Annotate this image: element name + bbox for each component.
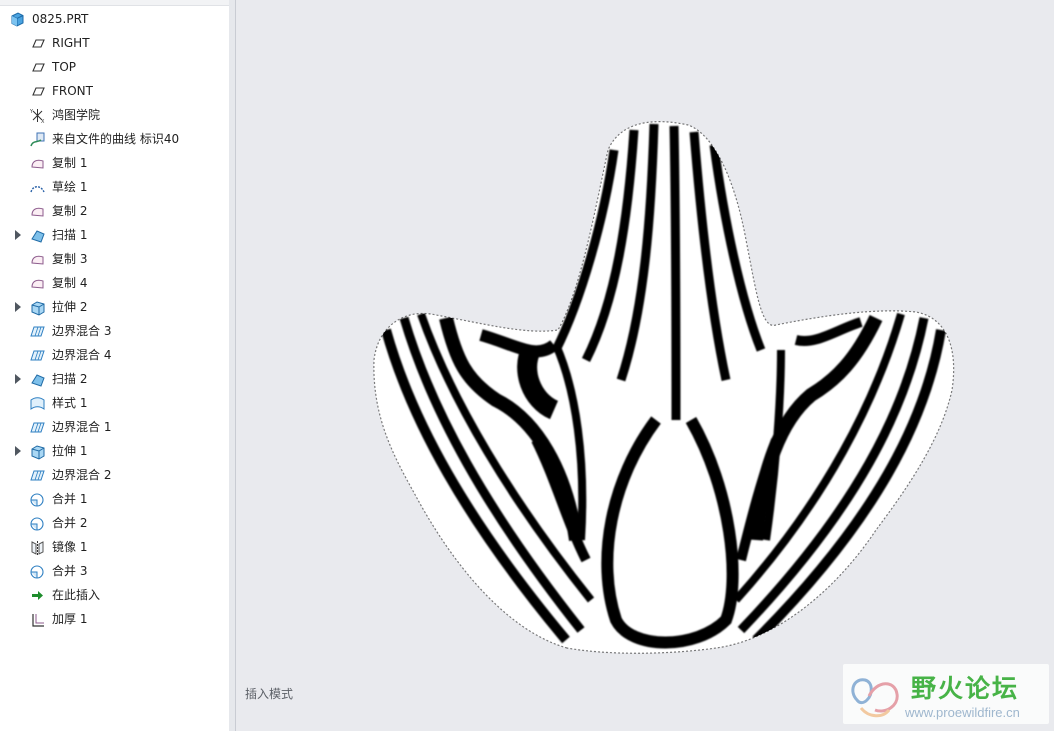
tree-item-label: FRONT xyxy=(52,84,93,98)
panel-splitter[interactable] xyxy=(229,0,236,731)
tree-item[interactable]: 草绘 1 xyxy=(0,175,229,199)
expand-arrow-icon[interactable] xyxy=(15,374,21,384)
extrude-icon xyxy=(29,299,46,316)
tree-item-label: 复制 2 xyxy=(52,204,88,218)
expand-arrow-icon[interactable] xyxy=(15,230,21,240)
tree-item-label: 来自文件的曲线 标识40 xyxy=(52,132,180,146)
tree-item[interactable]: Y X 鸿图学院 xyxy=(0,103,229,127)
application-window: 0825.PRT RIGHT TOP FRONT Y X 鸿图学院 来自文件的曲线 标识40… xyxy=(0,0,1054,731)
forum-watermark: 野火论坛 www.proewildfire.cn xyxy=(843,664,1049,724)
model-tree-panel: 0825.PRT RIGHT TOP FRONT Y X 鸿图学院 来自文件的曲线 标识40… xyxy=(0,0,230,731)
copy-surface-icon xyxy=(29,203,46,220)
sweep-icon xyxy=(29,371,46,388)
tree-item[interactable]: 复制 1 xyxy=(0,151,229,175)
tree-item[interactable]: FRONT xyxy=(0,79,229,103)
tree-item[interactable]: TOP xyxy=(0,55,229,79)
model-tree-header-strip xyxy=(0,0,229,6)
tree-item-label: 合并 2 xyxy=(52,516,88,530)
merge-icon xyxy=(29,515,46,532)
insert-mode-status: 插入模式 xyxy=(245,687,294,701)
boundary-blend-icon xyxy=(29,467,46,484)
mirror-icon xyxy=(29,539,46,556)
tree-item[interactable]: 复制 3 xyxy=(0,247,229,271)
tree-item-label: 边界混合 4 xyxy=(52,348,112,362)
forum-logo-icon xyxy=(851,678,899,718)
tree-item[interactable]: 样式 1 xyxy=(0,391,229,415)
tree-item-label: 边界混合 3 xyxy=(52,324,112,338)
curve-from-file-icon xyxy=(29,131,46,148)
forum-watermark-title: 野火论坛 xyxy=(911,674,1020,703)
tree-item[interactable]: 扫描 2 xyxy=(0,367,229,391)
tree-item[interactable]: 在此插入 xyxy=(0,583,229,607)
datum-plane-icon xyxy=(29,83,46,100)
sketch-icon xyxy=(29,179,46,196)
tree-item-label: 鸿图学院 xyxy=(52,108,101,122)
tree-item-label: 扫描 1 xyxy=(52,228,88,242)
merge-icon xyxy=(29,563,46,580)
svg-text:Y: Y xyxy=(29,109,34,115)
extrude-icon xyxy=(29,443,46,460)
tree-item[interactable]: 拉伸 2 xyxy=(0,295,229,319)
part-icon xyxy=(9,11,26,28)
tree-root-label: 0825.PRT xyxy=(32,12,89,26)
expand-arrow-icon[interactable] xyxy=(15,302,21,312)
tree-item-label: 复制 1 xyxy=(52,156,88,170)
tree-item[interactable]: 扫描 1 xyxy=(0,223,229,247)
tree-item-label: 镜像 1 xyxy=(52,540,88,554)
sweep-icon xyxy=(29,227,46,244)
boundary-blend-icon xyxy=(29,347,46,364)
boundary-blend-icon xyxy=(29,419,46,436)
model-tree-list: 0825.PRT RIGHT TOP FRONT Y X 鸿图学院 来自文件的曲线 标识40… xyxy=(0,7,229,631)
tree-item[interactable]: 复制 2 xyxy=(0,199,229,223)
tree-item[interactable]: 合并 3 xyxy=(0,559,229,583)
tree-item-label: 拉伸 2 xyxy=(52,300,88,314)
tree-item-label: TOP xyxy=(52,60,77,74)
boundary-blend-icon xyxy=(29,323,46,340)
tree-root-part[interactable]: 0825.PRT xyxy=(0,7,229,31)
tree-item-label: 边界混合 1 xyxy=(52,420,112,434)
merge-icon xyxy=(29,491,46,508)
tree-item[interactable]: 合并 1 xyxy=(0,487,229,511)
tree-item-label: 边界混合 2 xyxy=(52,468,112,482)
insert-here-arrow-icon xyxy=(29,587,46,604)
tree-item-label: 拉伸 1 xyxy=(52,444,88,458)
datum-plane-icon xyxy=(29,59,46,76)
tree-item[interactable]: 边界混合 4 xyxy=(0,343,229,367)
copy-surface-icon xyxy=(29,275,46,292)
tree-item[interactable]: 加厚 1 xyxy=(0,607,229,631)
tree-item[interactable]: 拉伸 1 xyxy=(0,439,229,463)
tree-item-label: 扫描 2 xyxy=(52,372,88,386)
tree-item[interactable]: 镜像 1 xyxy=(0,535,229,559)
copy-surface-icon xyxy=(29,155,46,172)
tree-item-label: 复制 4 xyxy=(52,276,88,290)
tree-item-label: 合并 1 xyxy=(52,492,88,506)
style-icon xyxy=(29,395,46,412)
copy-surface-icon xyxy=(29,251,46,268)
zebra-striped-surface-model xyxy=(373,121,955,654)
tree-item[interactable]: RIGHT xyxy=(0,31,229,55)
tree-item-label: 样式 1 xyxy=(52,396,88,410)
tree-item[interactable]: 合并 2 xyxy=(0,511,229,535)
tree-item-label: 在此插入 xyxy=(52,588,101,602)
tree-item[interactable]: 边界混合 2 xyxy=(0,463,229,487)
tree-item-label: 合并 3 xyxy=(52,564,88,578)
graphics-viewport[interactable]: 插入模式 xyxy=(236,0,1054,731)
thicken-icon xyxy=(29,611,46,628)
tree-item[interactable]: 边界混合 1 xyxy=(0,415,229,439)
tree-item-label: 复制 3 xyxy=(52,252,88,266)
tree-item[interactable]: 边界混合 3 xyxy=(0,319,229,343)
tree-item[interactable]: 复制 4 xyxy=(0,271,229,295)
datum-plane-icon xyxy=(29,35,46,52)
forum-watermark-url: www.proewildfire.cn xyxy=(905,705,1020,720)
coordinate-system-icon: YX xyxy=(29,107,46,124)
tree-item-label: 加厚 1 xyxy=(52,612,88,626)
svg-text:X: X xyxy=(41,119,45,124)
expand-arrow-icon[interactable] xyxy=(15,446,21,456)
tree-item[interactable]: 来自文件的曲线 标识40 xyxy=(0,127,229,151)
tree-item-label: 草绘 1 xyxy=(52,180,88,194)
tree-item-label: RIGHT xyxy=(52,36,90,50)
